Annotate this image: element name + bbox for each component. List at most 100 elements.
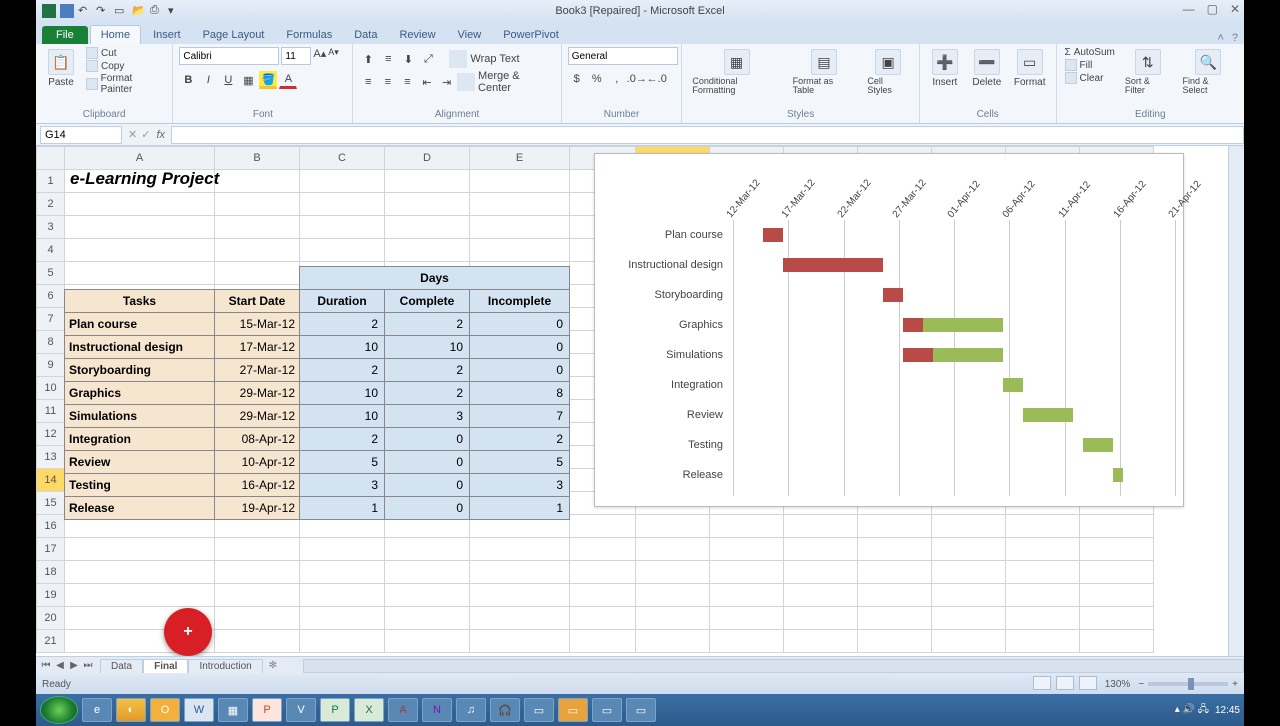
cell[interactable]: [215, 607, 300, 630]
cell[interactable]: [1006, 515, 1080, 538]
row-header[interactable]: 5: [37, 262, 65, 285]
num-cell[interactable]: 2: [300, 313, 385, 336]
cell[interactable]: [300, 239, 385, 262]
tab-review[interactable]: Review: [389, 26, 445, 44]
cell[interactable]: [1006, 630, 1080, 653]
taskbar-app[interactable]: ♫: [456, 698, 486, 722]
col-header[interactable]: A: [65, 147, 215, 170]
num-cell[interactable]: 3: [385, 405, 470, 428]
cell[interactable]: [858, 607, 932, 630]
cell[interactable]: [215, 630, 300, 653]
row-header[interactable]: 15: [37, 492, 65, 515]
autosum-button[interactable]: ΣAutoSum: [1063, 47, 1117, 58]
cell[interactable]: [470, 170, 570, 193]
close-button[interactable]: ✕: [1230, 2, 1240, 16]
num-cell[interactable]: 2: [385, 359, 470, 382]
bar-incomplete[interactable]: [1113, 468, 1123, 482]
view-pagebreak-icon[interactable]: [1079, 676, 1097, 690]
taskbar-app[interactable]: ▭: [626, 698, 656, 722]
num-cell[interactable]: 3: [470, 474, 570, 497]
grow-font-icon[interactable]: A▴: [313, 47, 326, 65]
qat-more-icon[interactable]: ▾: [168, 4, 182, 18]
orientation-icon[interactable]: ⤢: [419, 50, 437, 68]
cell[interactable]: [1080, 561, 1154, 584]
col-header[interactable]: E: [470, 147, 570, 170]
tab-powerpivot[interactable]: PowerPivot: [493, 26, 569, 44]
cell[interactable]: [636, 630, 710, 653]
date-cell[interactable]: 16-Apr-12: [215, 474, 300, 497]
cell[interactable]: [710, 561, 784, 584]
row-header[interactable]: 3: [37, 216, 65, 239]
bar-incomplete[interactable]: [923, 318, 1003, 332]
cell[interactable]: [470, 216, 570, 239]
taskbar-app[interactable]: A: [388, 698, 418, 722]
increase-decimal-icon[interactable]: .0→: [628, 70, 646, 88]
indent-dec-icon[interactable]: ⇤: [418, 73, 436, 91]
cell[interactable]: [215, 170, 300, 193]
sheet-tab-final[interactable]: Final: [143, 659, 188, 673]
task-cell[interactable]: Testing: [65, 474, 215, 497]
num-cell[interactable]: 1: [300, 497, 385, 520]
save-icon[interactable]: [60, 4, 74, 18]
cell[interactable]: [1006, 607, 1080, 630]
taskbar-app[interactable]: ▭: [524, 698, 554, 722]
cell[interactable]: [65, 216, 215, 239]
cell[interactable]: [710, 630, 784, 653]
cell[interactable]: [570, 607, 636, 630]
row-header[interactable]: 18: [37, 561, 65, 584]
cut-button[interactable]: Cut: [84, 47, 166, 59]
gantt-chart[interactable]: 12-Mar-1217-Mar-1222-Mar-1227-Mar-1201-A…: [594, 153, 1184, 507]
cell[interactable]: [636, 607, 710, 630]
cell[interactable]: [932, 584, 1006, 607]
insert-cells-button[interactable]: ➕Insert: [926, 47, 964, 90]
comma-icon[interactable]: ,: [608, 70, 626, 88]
worksheet-grid[interactable]: A B C D E F G H I J K L M 12345678910111…: [36, 146, 1244, 656]
cell[interactable]: [215, 193, 300, 216]
num-cell[interactable]: 0: [385, 497, 470, 520]
clock[interactable]: 12:45: [1215, 705, 1240, 716]
cell[interactable]: [470, 630, 570, 653]
cell[interactable]: [1080, 630, 1154, 653]
cell[interactable]: [636, 561, 710, 584]
align-left-icon[interactable]: ≡: [359, 73, 377, 91]
cell[interactable]: [932, 630, 1006, 653]
cell[interactable]: [710, 538, 784, 561]
bar-complete[interactable]: [883, 288, 903, 302]
cell[interactable]: [300, 607, 385, 630]
cell[interactable]: [65, 193, 215, 216]
sheet-tab-data[interactable]: Data: [100, 659, 143, 673]
row-header[interactable]: 21: [37, 630, 65, 653]
cell[interactable]: [570, 515, 636, 538]
cell[interactable]: [300, 630, 385, 653]
cell[interactable]: [215, 584, 300, 607]
currency-icon[interactable]: $: [568, 70, 586, 88]
font-name-combo[interactable]: [179, 47, 279, 65]
taskbar-app[interactable]: ▦: [218, 698, 248, 722]
cell[interactable]: [784, 561, 858, 584]
format-painter-button[interactable]: Format Painter: [84, 73, 166, 95]
row-header[interactable]: 11: [37, 400, 65, 423]
cell[interactable]: [858, 561, 932, 584]
cell[interactable]: [215, 561, 300, 584]
date-cell[interactable]: 27-Mar-12: [215, 359, 300, 382]
num-cell[interactable]: 7: [470, 405, 570, 428]
conditional-formatting-button[interactable]: ▦Conditional Formatting: [688, 47, 784, 97]
taskbar-app[interactable]: W: [184, 698, 214, 722]
cell[interactable]: [300, 584, 385, 607]
cell[interactable]: [570, 630, 636, 653]
underline-button[interactable]: U: [219, 71, 237, 89]
taskbar-app[interactable]: N: [422, 698, 452, 722]
bar-complete[interactable]: [763, 228, 783, 242]
font-color-button[interactable]: A: [279, 71, 297, 89]
row-header[interactable]: 14: [37, 469, 65, 492]
cell[interactable]: [1080, 584, 1154, 607]
num-cell[interactable]: 2: [385, 382, 470, 405]
task-cell[interactable]: Integration: [65, 428, 215, 451]
percent-icon[interactable]: %: [588, 70, 606, 88]
cell[interactable]: [784, 584, 858, 607]
cell[interactable]: [300, 538, 385, 561]
cell[interactable]: [215, 538, 300, 561]
task-cell[interactable]: Instructional design: [65, 336, 215, 359]
cell[interactable]: [858, 515, 932, 538]
cell[interactable]: [1080, 515, 1154, 538]
